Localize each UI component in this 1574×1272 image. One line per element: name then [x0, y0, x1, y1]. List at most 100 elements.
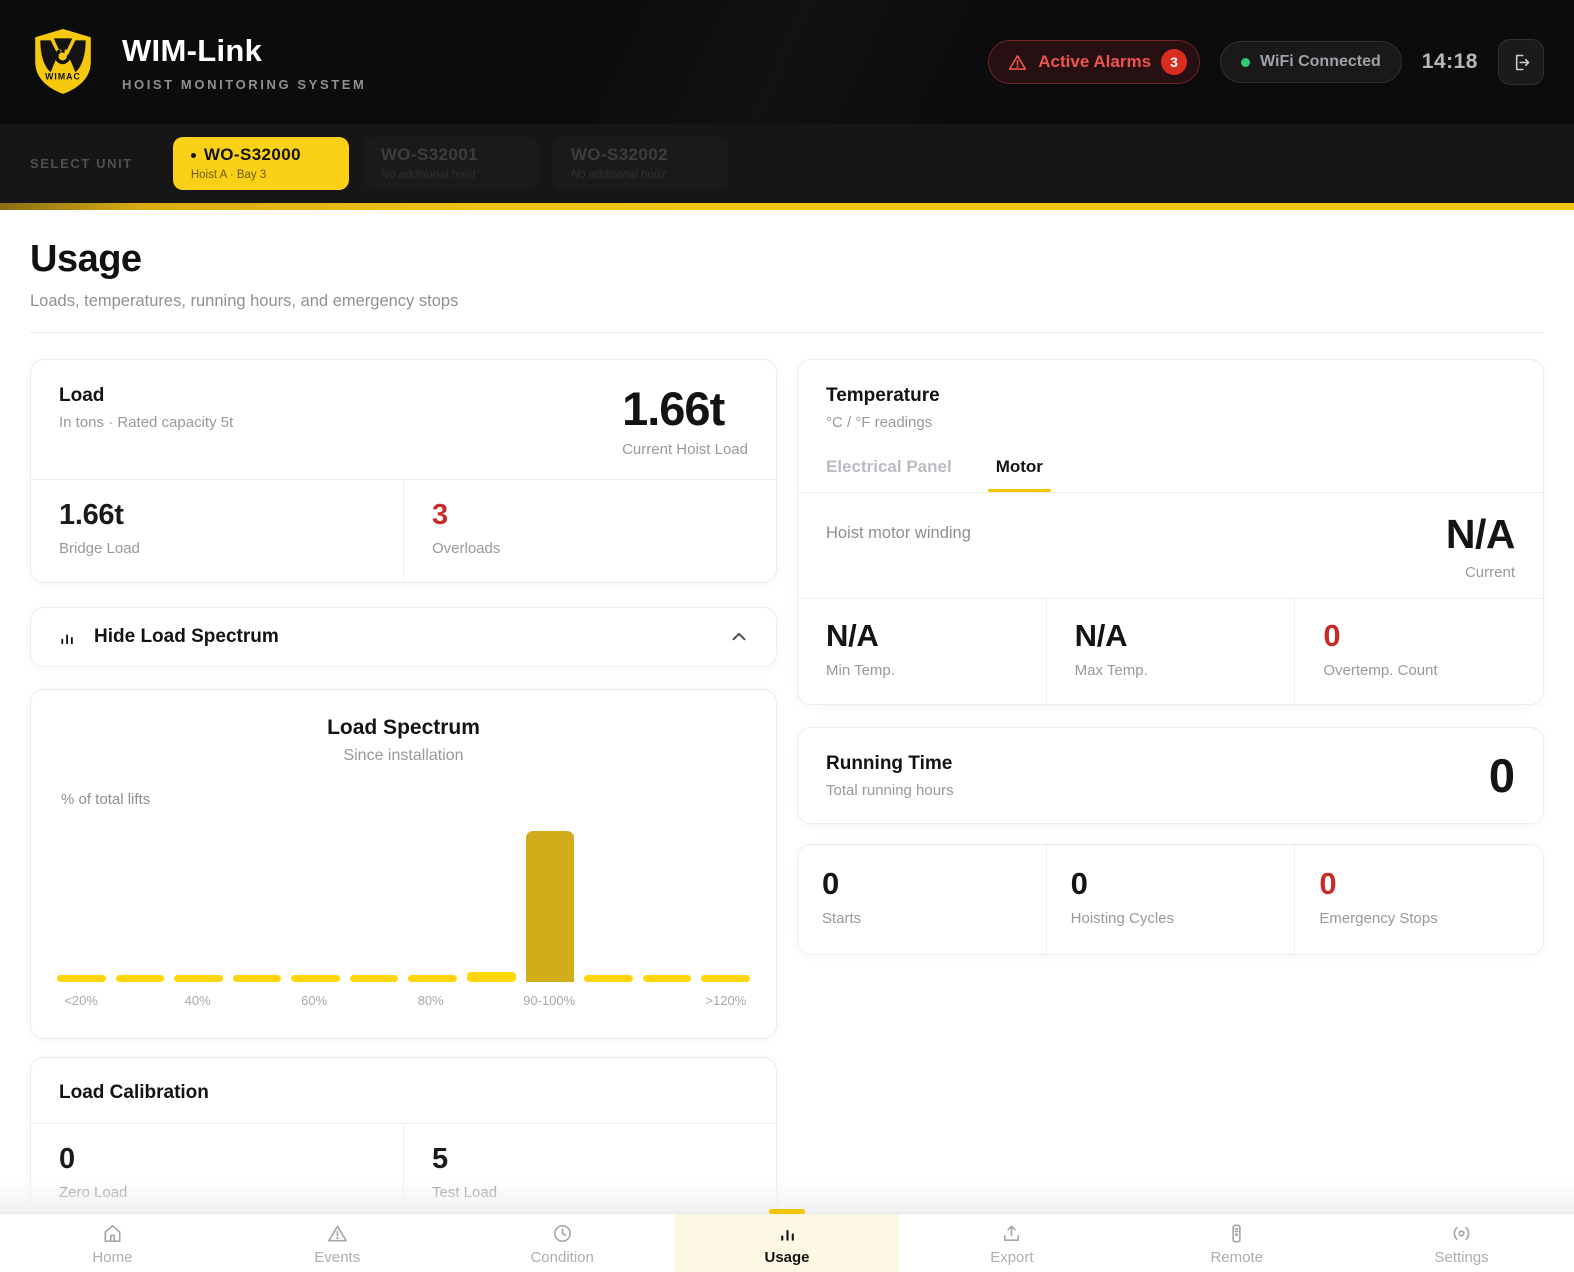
page-subtitle: Loads, temperatures, running hours, and …: [30, 292, 459, 310]
export-icon: [1000, 1222, 1023, 1245]
bar-chart-icon: [776, 1222, 799, 1245]
temperature-subtitle: °C / °F readings: [826, 414, 933, 431]
spectrum-bar: [349, 975, 399, 982]
spectrum-bar: [408, 975, 458, 982]
unit-tab-wo-s32000[interactable]: WO-S32000 Hoist A · Bay 3: [172, 137, 349, 190]
svg-text:WIMAC: WIMAC: [45, 72, 81, 82]
chart-subtitle: Since installation: [343, 747, 464, 764]
app-header: WIMAC WIM-Link HOIST MONITORING SYSTEM A…: [0, 0, 1574, 124]
running-time-value: 0: [1488, 749, 1515, 802]
load-card-subtitle: In tons · Rated capacity 5t: [59, 414, 234, 431]
nav-item-label: Remote: [1210, 1249, 1263, 1266]
spectrum-bar: [232, 975, 282, 982]
tab-motor[interactable]: Motor: [987, 457, 1052, 492]
test-load-value: 5: [432, 1143, 448, 1175]
spectrum-x-tick: [232, 993, 280, 1008]
nav-item-settings[interactable]: Settings: [1349, 1214, 1574, 1272]
logout-button[interactable]: [1498, 39, 1544, 85]
bridge-load-cell: 1.66t Bridge Load: [31, 480, 403, 582]
load-spectrum-card: Load Spectrum Since installation % of to…: [30, 689, 777, 1039]
app-subtitle: HOIST MONITORING SYSTEM: [122, 76, 367, 92]
unit-tab-detail: No additional hoist: [570, 169, 666, 181]
emergency-stops-value: 0: [1319, 866, 1337, 901]
temperature-card: Temperature °C / °F readings Electrical …: [797, 359, 1544, 705]
nav-item-home[interactable]: Home: [0, 1214, 225, 1272]
spectrum-x-tick: <20%: [64, 993, 98, 1008]
hide-load-spectrum-label: Hide Load Spectrum: [94, 626, 279, 647]
min-temp-cell: N/A Min Temp.: [798, 599, 1046, 704]
winding-current-value: N/A: [1445, 511, 1516, 557]
unit-tab-wo-s32002[interactable]: WO-S32002 No additional hoist: [552, 137, 729, 190]
spectrum-bar: [642, 975, 692, 982]
warning-triangle-icon: [326, 1222, 349, 1245]
spectrum-bar: [467, 972, 516, 982]
app-title: WIM-Link: [122, 32, 263, 68]
hoisting-cycles-value: 0: [1070, 866, 1088, 901]
overloads-label: Overloads: [432, 540, 501, 557]
overloads-cell: 3 Overloads: [403, 480, 776, 582]
running-time-subtitle: Total running hours: [826, 781, 954, 799]
hoisting-cycles-cell: 0 Hoisting Cycles: [1045, 845, 1295, 954]
nav-item-label: Home: [92, 1249, 133, 1266]
spectrum-x-tick: 90-100%: [523, 993, 576, 1008]
emergency-stops-label: Emergency Stops: [1319, 910, 1438, 927]
spectrum-x-tick: [115, 993, 163, 1008]
spectrum-x-tick: >120%: [705, 993, 747, 1008]
warning-triangle-icon: [1007, 52, 1028, 73]
active-unit-dot-icon: [190, 152, 196, 158]
spectrum-bar: [291, 975, 340, 982]
usage-stats-card: 0 Starts 0 Hoisting Cycles 0 Emergency S…: [797, 844, 1544, 955]
hoisting-cycles-label: Hoisting Cycles: [1070, 910, 1175, 927]
zero-load-value: 0: [59, 1143, 75, 1175]
overtemp-count-label: Overtemp. Count: [1323, 662, 1438, 679]
clock-icon: [551, 1222, 574, 1245]
bottom-nav: Home Events Condition Usage Export Remote Sett…: [0, 1209, 1574, 1272]
wifi-status-label: WiFi Connected: [1260, 53, 1381, 70]
home-icon: [101, 1222, 124, 1245]
nav-item-export[interactable]: Export: [899, 1214, 1124, 1272]
temperature-title: Temperature: [826, 385, 940, 406]
chart-y-axis-label: % of total lifts: [61, 791, 151, 808]
starts-value: 0: [822, 866, 839, 901]
wimac-logo-icon: WIMAC: [35, 29, 91, 94]
min-temp-value: N/A: [826, 618, 879, 653]
nav-item-remote[interactable]: Remote: [1124, 1214, 1349, 1272]
nav-item-usage[interactable]: Usage: [674, 1209, 900, 1272]
test-load-label: Test Load: [432, 1184, 498, 1201]
temperature-tabs: Electrical Panel Motor: [798, 457, 1543, 492]
tab-electrical-panel[interactable]: Electrical Panel: [826, 457, 952, 492]
active-alarms-button[interactable]: Active Alarms 3: [988, 40, 1201, 84]
nav-item-label: Events: [314, 1249, 361, 1266]
nav-item-events[interactable]: Events: [225, 1214, 450, 1272]
zero-load-cell: 0 Zero Load: [31, 1124, 403, 1226]
load-card: Load In tons · Rated capacity 5t 1.66t C…: [30, 359, 777, 583]
spectrum-x-tick: [585, 993, 633, 1008]
overloads-value: 3: [432, 499, 448, 531]
spectrum-x-tick: 60%: [301, 993, 328, 1008]
starts-label: Starts: [822, 910, 862, 927]
unit-tab-detail: Hoist A · Bay 3: [190, 169, 267, 181]
spectrum-bar: [584, 975, 633, 982]
bridge-load-value: 1.66t: [59, 499, 124, 531]
overtemp-cell: 0 Overtemp. Count: [1294, 599, 1543, 704]
running-time-card: Running Time Total running hours 0: [797, 727, 1544, 824]
unit-tab-wo-s32001[interactable]: WO-S32001 No additional hoist: [362, 137, 539, 190]
unit-tab-title: WO-S32002: [570, 145, 668, 164]
spectrum-x-tick: [465, 993, 513, 1008]
spectrum-x-tick: [348, 993, 396, 1008]
wifi-connected-dot-icon: [1241, 57, 1251, 67]
settings-icon: [1450, 1222, 1473, 1245]
header-clock: 14:18: [1421, 50, 1478, 73]
unit-tab-detail: No additional hoist: [380, 169, 476, 181]
hide-load-spectrum-toggle[interactable]: Hide Load Spectrum: [30, 607, 777, 667]
spectrum-x-tick: 80%: [417, 993, 444, 1008]
nav-item-label: Usage: [764, 1249, 810, 1266]
unit-tab-title: WO-S32000: [190, 145, 331, 165]
spectrum-bar: [57, 975, 106, 982]
spectrum-bar: [701, 975, 750, 982]
page-title: Usage: [30, 238, 142, 280]
running-time-title: Running Time: [826, 752, 953, 774]
nav-item-label: Export: [990, 1249, 1034, 1266]
main-content: Usage Loads, temperatures, running hours…: [0, 210, 1574, 1227]
nav-item-condition[interactable]: Condition: [450, 1214, 675, 1272]
